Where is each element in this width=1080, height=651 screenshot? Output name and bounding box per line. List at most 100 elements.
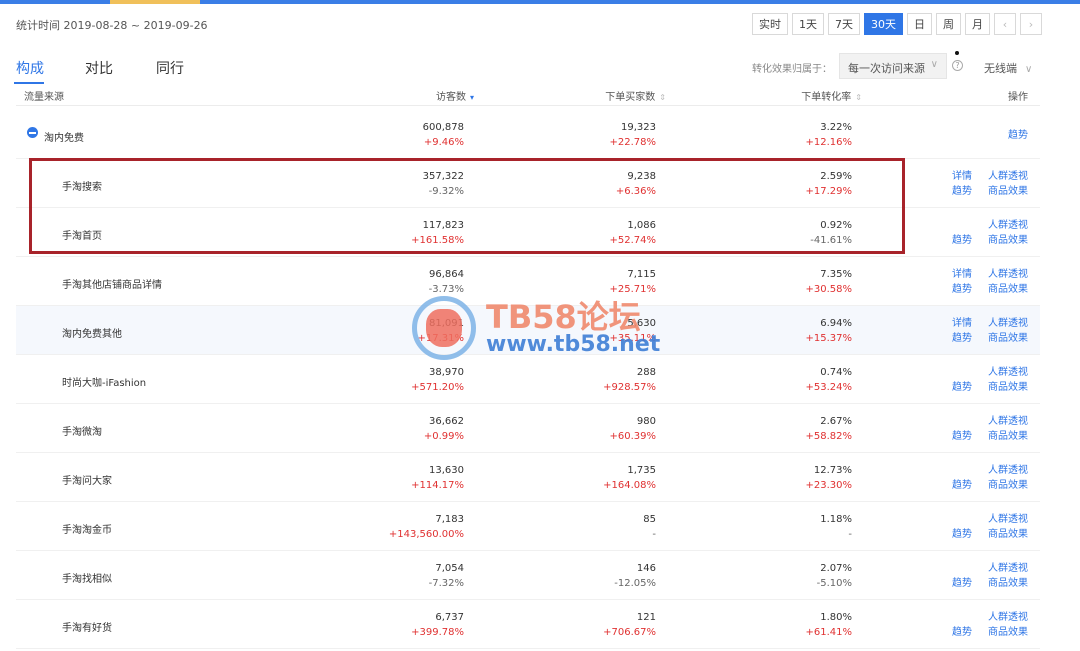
- op-link[interactable]: 趋势: [1008, 128, 1028, 143]
- dot-marker: [955, 51, 959, 55]
- range-button-1day[interactable]: 1天: [792, 13, 824, 35]
- op-link[interactable]: 商品效果: [988, 576, 1028, 591]
- op-link[interactable]: 详情: [952, 267, 972, 282]
- ops-cell: 人群透视趋势 商品效果: [952, 512, 1028, 542]
- buyers-value: 19,323: [621, 122, 656, 133]
- visitors-cell: 38,970 +571.20%: [411, 365, 464, 395]
- buyers-change: +706.67%: [603, 627, 656, 638]
- op-link[interactable]: 趋势: [952, 625, 972, 640]
- visitors-cell: 6,737 +399.78%: [411, 610, 464, 640]
- conversion-change: +61.41%: [805, 627, 852, 638]
- op-link[interactable]: 趋势: [952, 331, 972, 346]
- device-value: 无线端: [984, 62, 1017, 75]
- op-link[interactable]: 趋势: [952, 576, 972, 591]
- table-row: 淘内免费 600,878 +9.46% 19,323 +22.78% 3.22% +12.1…: [16, 110, 1040, 159]
- op-link[interactable]: 详情: [952, 316, 972, 331]
- table-row: 手淘有好货 6,737 +399.78% 121 +706.67% 1.80% +61.41…: [16, 600, 1040, 649]
- buyers-cell: 1,735 +164.08%: [603, 463, 656, 493]
- conversion-cell: 0.74% +53.24%: [805, 365, 852, 395]
- range-button-month[interactable]: 月: [965, 13, 990, 35]
- source-name: 时尚大咖-iFashion: [62, 378, 147, 389]
- conversion-value: 0.74%: [820, 367, 852, 378]
- op-link[interactable]: 趋势: [952, 282, 972, 297]
- collapse-icon[interactable]: [27, 127, 38, 138]
- visitors-cell: 7,183 +143,560.00%: [389, 512, 464, 542]
- op-link[interactable]: 趋势: [952, 233, 972, 248]
- conversion-change: +15.37%: [805, 333, 852, 344]
- op-link[interactable]: 商品效果: [988, 625, 1028, 640]
- range-button-30day[interactable]: 30天: [864, 13, 903, 35]
- op-link[interactable]: 趋势: [952, 380, 972, 395]
- col-header-conversion[interactable]: 下单转化率 ⇕: [801, 88, 862, 103]
- op-link[interactable]: 商品效果: [988, 282, 1028, 297]
- chevron-right-icon[interactable]: ›: [1020, 13, 1042, 35]
- col-header-visitors[interactable]: 访客数 ▾: [436, 88, 474, 103]
- op-link[interactable]: 人群透视: [988, 610, 1028, 625]
- device-select[interactable]: 无线端 ∨: [984, 60, 1032, 76]
- tab-peers[interactable]: 同行: [156, 58, 184, 78]
- conversion-value: 7.35%: [820, 269, 852, 280]
- chevron-left-icon[interactable]: ‹: [994, 13, 1016, 35]
- visitors-change: +17.31%: [417, 333, 464, 344]
- op-link[interactable]: 人群透视: [988, 267, 1028, 282]
- op-link[interactable]: 商品效果: [988, 380, 1028, 395]
- buyers-cell: 980 +60.39%: [609, 414, 656, 444]
- op-link[interactable]: 商品效果: [988, 184, 1028, 199]
- op-link[interactable]: 商品效果: [988, 233, 1028, 248]
- op-link[interactable]: 趋势: [952, 478, 972, 493]
- buyers-cell: 19,323 +22.78%: [609, 120, 656, 150]
- col-header-buyers[interactable]: 下单买家数 ⇕: [605, 88, 666, 103]
- range-button-7day[interactable]: 7天: [828, 13, 860, 35]
- conversion-value: 1.18%: [820, 514, 852, 525]
- table-row: 淘内免费其他 81,091 +17.31% 5,630 +35.11% 6.94% +15.…: [16, 306, 1040, 355]
- ops-cell: 人群透视趋势 商品效果: [952, 561, 1028, 591]
- op-link[interactable]: 人群透视: [988, 316, 1028, 331]
- buyers-value: 980: [636, 416, 656, 427]
- range-button-day[interactable]: 日: [907, 13, 932, 35]
- source-name: 手淘微淘: [62, 427, 102, 438]
- range-selector: 实时 1天 7天 30天 日 周 月 ‹ ›: [752, 13, 1042, 35]
- date-range-label: 统计时间 2019-08-28 ~ 2019-09-26: [16, 19, 208, 32]
- source-name: 手淘其他店铺商品详情: [62, 280, 162, 291]
- op-link[interactable]: 人群透视: [988, 561, 1028, 576]
- conversion-attribution-select[interactable]: 每一次访问来源 ∨: [839, 53, 947, 79]
- op-link[interactable]: 人群透视: [988, 169, 1028, 184]
- buyers-change: +164.08%: [603, 480, 656, 491]
- conversion-cell: 12.73% +23.30%: [805, 463, 852, 493]
- op-link[interactable]: 人群透视: [988, 512, 1028, 527]
- conversion-cell: 2.67% +58.82%: [805, 414, 852, 444]
- visitors-change: +143,560.00%: [388, 529, 464, 540]
- visitors-value: 7,054: [435, 563, 464, 574]
- op-link[interactable]: 详情: [952, 169, 972, 184]
- op-link[interactable]: 趋势: [952, 184, 972, 199]
- op-link[interactable]: 商品效果: [988, 527, 1028, 542]
- range-button-realtime[interactable]: 实时: [752, 13, 788, 35]
- op-link[interactable]: 商品效果: [988, 478, 1028, 493]
- visitors-value: 81,091: [429, 318, 464, 329]
- buyers-value: 146: [636, 563, 656, 574]
- conversion-change: +30.58%: [805, 284, 852, 295]
- op-link[interactable]: 趋势: [952, 429, 972, 444]
- visitors-value: 96,864: [429, 269, 464, 280]
- buyers-change: +60.39%: [609, 431, 656, 442]
- op-link[interactable]: 人群透视: [988, 463, 1028, 478]
- op-link[interactable]: 趋势: [952, 527, 972, 542]
- buyers-cell: 7,115 +25.71%: [609, 267, 656, 297]
- source-name: 手淘问大家: [62, 476, 112, 487]
- ops-cell: 人群透视趋势 商品效果: [952, 414, 1028, 444]
- col-header-source: 流量来源: [24, 92, 64, 103]
- help-icon[interactable]: ?: [952, 60, 963, 71]
- col-header-conversion-label: 下单转化率: [801, 92, 852, 103]
- op-link[interactable]: 商品效果: [988, 429, 1028, 444]
- tab-composition[interactable]: 构成: [16, 58, 44, 78]
- op-link[interactable]: 人群透视: [988, 414, 1028, 429]
- op-link[interactable]: 人群透视: [988, 365, 1028, 380]
- header-bar: 统计时间 2019-08-28 ~ 2019-09-26 实时 1天 7天 30…: [0, 4, 1080, 42]
- op-link[interactable]: 人群透视: [988, 218, 1028, 233]
- range-button-week[interactable]: 周: [936, 13, 961, 35]
- visitors-value: 13,630: [429, 465, 464, 476]
- visitors-change: -3.73%: [428, 284, 464, 295]
- op-link[interactable]: 商品效果: [988, 331, 1028, 346]
- tab-compare[interactable]: 对比: [85, 58, 113, 78]
- buyers-change: -12.05%: [614, 578, 656, 589]
